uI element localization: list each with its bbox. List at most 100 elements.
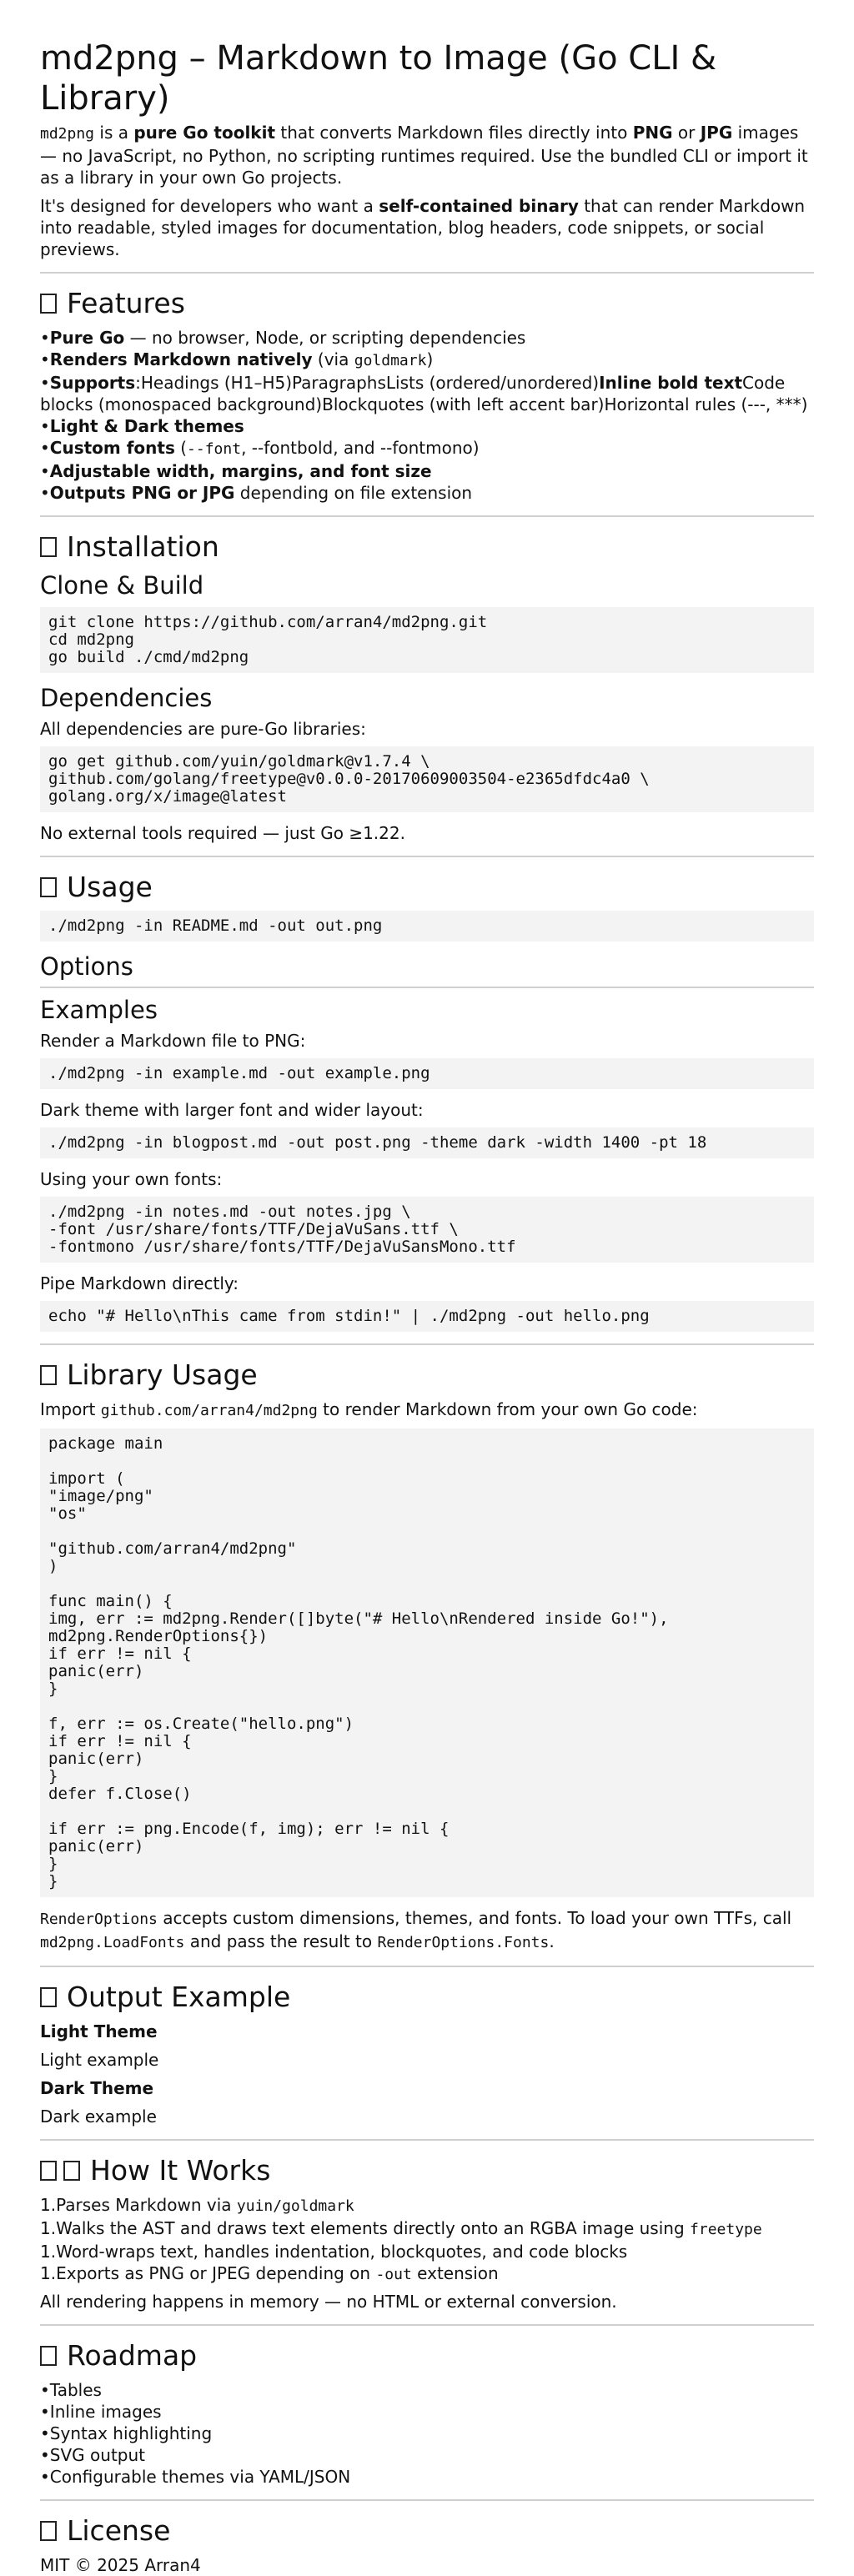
example-text: Dark theme with larger font and wider la… xyxy=(40,1100,424,1120)
library-text: and pass the result to xyxy=(184,1931,378,1951)
code-block: ./md2png -in notes.md -out notes.jpg \ -… xyxy=(40,1197,814,1263)
installation-heading-text: Installation xyxy=(67,530,219,563)
list-item: •Outputs PNG or JPG depending on file ex… xyxy=(40,483,473,503)
code-block: echo "# Hello\nThis came from stdin!" | … xyxy=(40,1301,814,1332)
intro-bold: PNG xyxy=(632,123,673,143)
list-item: •Supports:Headings (H1–H5)ParagraphsList… xyxy=(40,373,808,414)
library-heading-text: Library Usage xyxy=(67,1358,258,1391)
divider xyxy=(40,987,814,988)
roadmap-item: Configurable themes via YAML/JSON xyxy=(49,2467,351,2487)
examples-heading: Examples xyxy=(40,996,158,1024)
divider xyxy=(40,2499,814,2501)
code-block: git clone https://github.com/arran4/md2p… xyxy=(40,607,814,673)
list-code: yuin/goldmark xyxy=(236,2197,354,2215)
list-item: •Inline images xyxy=(40,2402,162,2422)
feature-bold: Renders Markdown natively xyxy=(49,349,313,369)
list-item: •Syntax highlighting xyxy=(40,2423,213,2443)
dark-theme-label-text: Dark Theme xyxy=(40,2078,154,2098)
features-heading-text: Features xyxy=(67,287,185,319)
library-heading: Library Usage xyxy=(40,1358,814,1392)
feature-bold: Outputs PNG or JPG xyxy=(49,483,235,503)
light-theme-label-text: Light Theme xyxy=(40,2021,158,2041)
list-number: 1. xyxy=(40,2242,57,2262)
intro-text: or xyxy=(672,123,701,143)
list-item: 1.Walks the AST and draws text elements … xyxy=(40,2217,814,2241)
code-block: ./md2png -in blogpost.md -out post.png -… xyxy=(40,1127,814,1158)
missing-glyph-icon xyxy=(63,2161,80,2181)
list-number: 1. xyxy=(40,2263,57,2283)
list-item: 1.Word-wraps text, handles indentation, … xyxy=(40,2241,814,2262)
list-item: •Pure Go — no browser, Node, or scriptin… xyxy=(40,328,526,348)
list-number: 1. xyxy=(40,2218,57,2238)
feature-bold: Custom fonts xyxy=(49,438,175,458)
clone-heading: Clone & Build xyxy=(40,571,204,600)
example-text: Render a Markdown file to PNG: xyxy=(40,1031,306,1051)
divider xyxy=(40,272,814,274)
roadmap-item: Syntax highlighting xyxy=(49,2423,213,2443)
feature-code: --font xyxy=(187,440,242,458)
output-heading: Output Example xyxy=(40,1981,814,2014)
list-item: 1.Exports as PNG or JPEG depending on -o… xyxy=(40,2262,814,2286)
missing-glyph-icon xyxy=(40,294,57,314)
feature-code: goldmark xyxy=(354,352,427,369)
intro-name: md2png xyxy=(40,125,95,143)
divider xyxy=(40,2139,814,2141)
features-heading: Features xyxy=(40,287,814,320)
feature-text: :Headings (H1–H5)ParagraphsLists (ordere… xyxy=(135,373,600,393)
roadmap-heading: Roadmap xyxy=(40,2339,814,2373)
intro-bold: self-contained binary xyxy=(379,196,579,216)
list-item: •Renders Markdown natively (via goldmark… xyxy=(40,349,434,369)
feature-bold: Pure Go xyxy=(49,328,125,348)
intro-text: It's designed for developers who want a xyxy=(40,196,379,216)
library-intro: Import github.com/arran4/md2png to rende… xyxy=(40,1398,814,1422)
dependencies-note: No external tools required — just Go ≥1.… xyxy=(40,823,405,843)
list-item: •Custom fonts (--font, --fontbold, and -… xyxy=(40,438,480,458)
missing-glyph-icon xyxy=(40,2521,57,2541)
library-code: github.com/arran4/md2png xyxy=(100,1402,318,1419)
list-text: Parses Markdown via xyxy=(56,2195,237,2215)
roadmap-heading-text: Roadmap xyxy=(67,2339,198,2372)
library-code: RenderOptions xyxy=(40,1911,158,1928)
how-list: 1.Parses Markdown via yuin/goldmark 1.Wa… xyxy=(40,2194,814,2286)
library-text: to render Markdown from your own Go code… xyxy=(317,1399,698,1419)
intro-paragraph-2: It's designed for developers who want a … xyxy=(40,195,814,260)
feature-text: ( xyxy=(174,438,188,458)
feature-text: (via xyxy=(312,349,354,369)
list-code: -out xyxy=(375,2266,412,2283)
missing-glyph-icon xyxy=(40,877,57,897)
installation-heading: Installation xyxy=(40,530,814,564)
features-list: •Pure Go — no browser, Node, or scriptin… xyxy=(40,327,814,504)
missing-glyph-icon xyxy=(40,2346,57,2366)
page-title: md2png – Markdown to Image (Go CLI & Lib… xyxy=(40,39,717,118)
list-item: 1.Parses Markdown via yuin/goldmark xyxy=(40,2194,814,2217)
usage-heading-text: Usage xyxy=(67,871,153,903)
feature-text: ) xyxy=(426,349,434,369)
missing-glyph-icon xyxy=(40,1987,57,2007)
divider xyxy=(40,856,814,857)
intro-text: that converts Markdown files directly in… xyxy=(275,123,633,143)
feature-bold: Adjustable width, margins, and font size xyxy=(49,461,432,481)
license-text: MIT © 2025 Arran4 xyxy=(40,2555,201,2575)
dependencies-heading: Dependencies xyxy=(40,684,213,712)
library-code: RenderOptions.Fonts xyxy=(377,1934,550,1951)
license-heading: License xyxy=(40,2514,814,2548)
how-note: All rendering happens in memory — no HTM… xyxy=(40,2292,617,2312)
intro-bold: pure Go toolkit xyxy=(133,123,276,143)
roadmap-item: Tables xyxy=(49,2380,102,2400)
roadmap-item: Inline images xyxy=(49,2402,162,2422)
roadmap-item: SVG output xyxy=(49,2445,145,2465)
divider xyxy=(40,515,814,517)
license-heading-text: License xyxy=(67,2514,171,2547)
example-text: Using your own fonts: xyxy=(40,1169,223,1189)
library-code: md2png.LoadFonts xyxy=(40,1934,185,1951)
light-theme-label: Light Theme xyxy=(40,2021,814,2042)
list-item: •Adjustable width, margins, and font siz… xyxy=(40,461,432,481)
feature-text: — no browser, Node, or scripting depende… xyxy=(124,328,526,348)
code-block: ./md2png -in example.md -out example.png xyxy=(40,1058,814,1089)
list-item: •Light & Dark themes xyxy=(40,416,244,436)
list-text: Walks the AST and draws text elements di… xyxy=(56,2218,691,2238)
feature-bold: Light & Dark themes xyxy=(49,416,244,436)
feature-bold: Inline bold text xyxy=(599,373,743,393)
list-item: •SVG output xyxy=(40,2445,145,2465)
list-item: •Tables xyxy=(40,2380,102,2400)
